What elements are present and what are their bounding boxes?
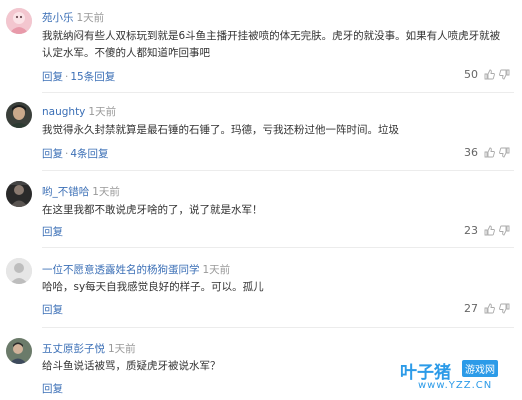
- dark-portrait-avatar-icon: [6, 102, 32, 128]
- thumbs-down-icon[interactable]: [499, 225, 510, 236]
- username[interactable]: 五丈原彭子悦: [42, 343, 105, 355]
- avatar[interactable]: [6, 8, 32, 34]
- dark-figure-avatar-icon: [6, 181, 32, 207]
- watermark-url: www.YZZ.CN: [418, 380, 493, 391]
- replies-link[interactable]: 15条回复: [70, 71, 115, 83]
- reply-button[interactable]: 回复: [42, 148, 63, 160]
- like-count: 36: [464, 146, 478, 159]
- avatar[interactable]: [6, 338, 32, 364]
- username[interactable]: 哟_不错哈: [42, 186, 89, 198]
- avatar[interactable]: [6, 181, 32, 207]
- comment-text: 我就纳闷有些人双标玩到就是6斗鱼主播开挂被喷的体无完肤。虎牙的就没事。如果有人喷…: [42, 30, 501, 59]
- thumbs-down-icon[interactable]: [499, 303, 510, 314]
- separator-dot: ·: [65, 71, 69, 83]
- pink-avatar-icon: [6, 8, 32, 34]
- photo-avatar-icon: [6, 338, 32, 364]
- reply-button[interactable]: 回复: [42, 71, 63, 83]
- timestamp: 1天前: [76, 12, 105, 24]
- avatar[interactable]: [6, 258, 32, 284]
- timestamp: 1天前: [202, 264, 231, 276]
- separator-dot: ·: [65, 148, 69, 160]
- timestamp: 1天前: [88, 106, 117, 118]
- like-count: 23: [464, 224, 478, 237]
- comment-text: 哈哈，sy每天自我感觉良好的样子。可以。孤儿: [42, 281, 264, 293]
- username[interactable]: 苑小乐: [42, 12, 74, 24]
- comment-item: 一位不愿意透露姓名的杨狗蛋同学 1天前 哈哈，sy每天自我感觉良好的样子。可以。孤…: [0, 248, 522, 328]
- thumbs-up-icon[interactable]: [484, 147, 495, 158]
- comment-text: 我觉得永久封禁就算是最石锤的石锤了。玛德，亏我还粉过他一阵时间。垃圾: [42, 124, 399, 136]
- comment-item: 苑小乐 1天前 我就纳闷有些人双标玩到就是6斗鱼主播开挂被喷的体无完肤。虎牙的就没…: [0, 0, 522, 93]
- default-user-avatar-icon: [6, 258, 32, 284]
- timestamp: 1天前: [92, 186, 120, 198]
- like-count: 50: [464, 68, 478, 81]
- avatar[interactable]: [6, 102, 32, 128]
- timestamp: 1天前: [108, 343, 136, 355]
- comment-item: naughty 1天前 我觉得永久封禁就算是最石锤的石锤了。玛德，亏我还粉过他一阵…: [0, 93, 522, 171]
- comment-text: 在这里我都不敢说虎牙啥的了，说了就是水军！: [42, 204, 263, 216]
- comment-item: 哟_不错哈 1天前 在这里我都不敢说虎牙啥的了，说了就是水军！ 回复 23: [0, 171, 522, 248]
- reply-button[interactable]: 回复: [42, 226, 63, 238]
- thumbs-up-icon[interactable]: [484, 303, 495, 314]
- thumbs-up-icon[interactable]: [484, 225, 495, 236]
- watermark-logo: 叶子猪 游戏网 www.YZZ.CN: [400, 358, 516, 394]
- replies-link[interactable]: 4条回复: [70, 148, 108, 160]
- watermark-tag: 游戏网: [462, 360, 498, 377]
- reply-button[interactable]: 回复: [42, 383, 63, 395]
- reply-button[interactable]: 回复: [42, 304, 63, 316]
- thumbs-up-icon[interactable]: [484, 69, 495, 80]
- like-count: 27: [464, 302, 478, 315]
- thumbs-down-icon[interactable]: [499, 69, 510, 80]
- username[interactable]: naughty: [42, 106, 85, 118]
- username[interactable]: 一位不愿意透露姓名的杨狗蛋同学: [42, 264, 200, 276]
- thumbs-down-icon[interactable]: [499, 147, 510, 158]
